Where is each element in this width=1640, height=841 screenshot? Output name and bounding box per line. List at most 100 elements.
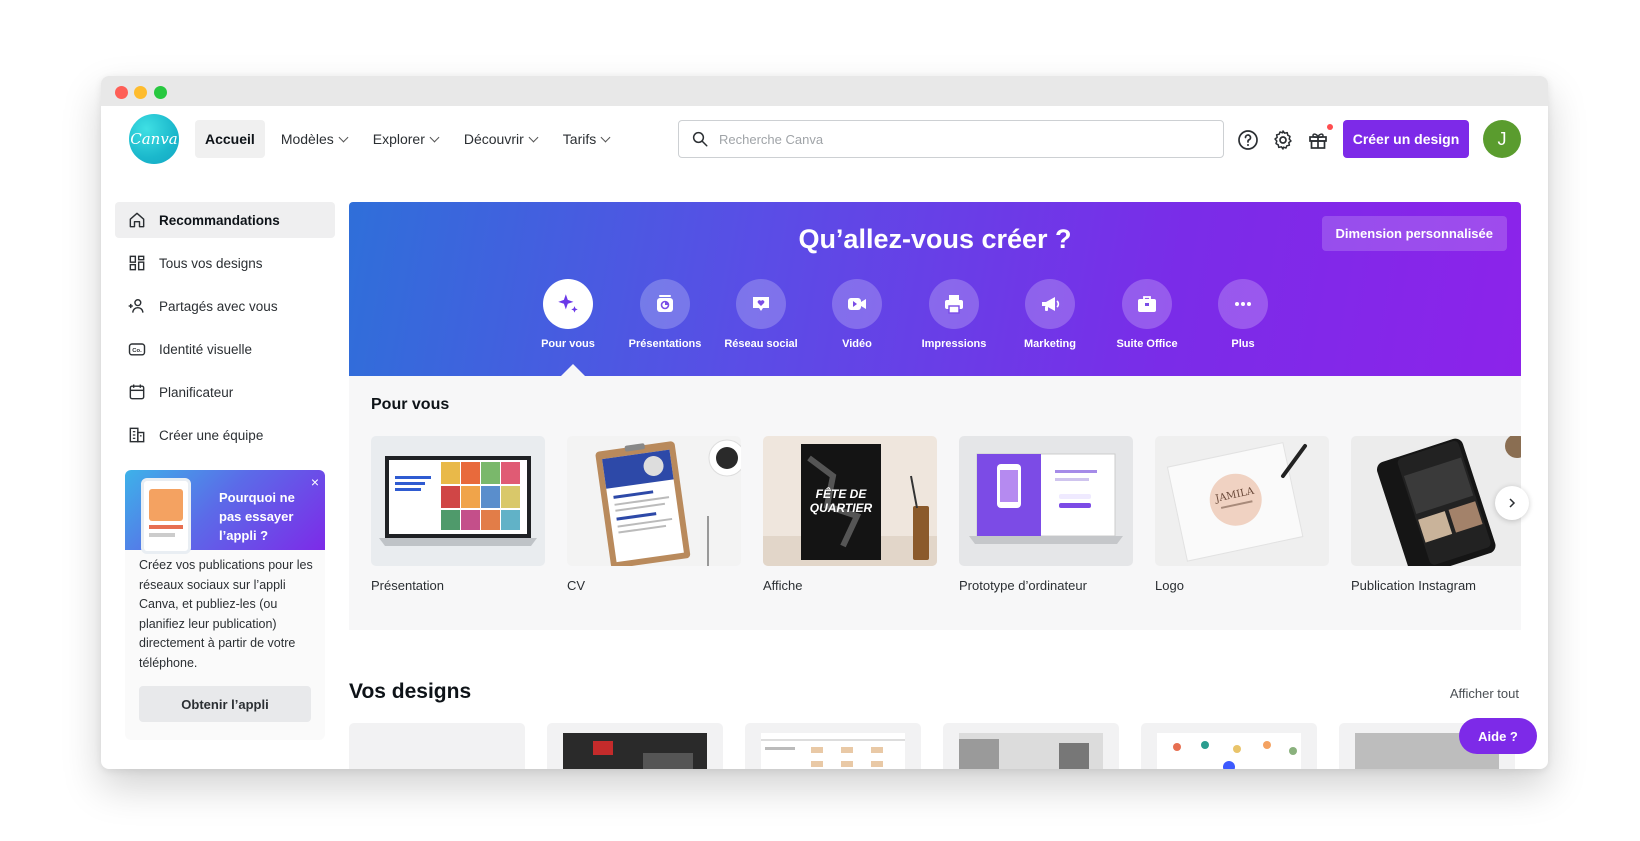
nav-tarifs[interactable]: Tarifs — [553, 120, 619, 158]
template-label: CV — [567, 578, 586, 593]
video-icon — [848, 298, 866, 310]
window-titlebar — [101, 76, 1548, 106]
sidebar: Recommandations Tous vos designs Partagé… — [115, 202, 335, 460]
chevron-down-icon — [528, 132, 539, 142]
grid-icon — [129, 255, 145, 271]
sidebar-item-label: Planificateur — [159, 384, 234, 400]
app-promo-card: Pourquoi ne pas essayer l’appli ? × Crée… — [125, 470, 325, 740]
template-card-instagram[interactable]: Publication Instagram — [1351, 436, 1521, 593]
nav-label: Tarifs — [562, 131, 597, 147]
close-window-icon[interactable] — [115, 86, 128, 99]
calendar-icon — [129, 384, 145, 400]
category-video[interactable]: Vidéo — [807, 279, 907, 350]
design-card[interactable] — [349, 723, 525, 769]
nav-label: Découvrir — [463, 131, 524, 147]
sidebar-item-tous-vos-designs[interactable]: Tous vos designs — [115, 245, 335, 281]
template-label: Affiche — [763, 578, 803, 593]
design-thumbnail — [959, 733, 1103, 769]
chevron-down-icon — [338, 132, 349, 142]
help-icon[interactable] — [1236, 128, 1260, 152]
template-label: Publication Instagram — [1351, 578, 1477, 593]
sidebar-item-label: Identité visuelle — [159, 341, 253, 357]
maximize-window-icon[interactable] — [154, 86, 167, 99]
category-plus[interactable]: Plus — [1193, 279, 1293, 350]
chevron-down-icon — [429, 132, 440, 142]
template-label: Présentation — [371, 578, 444, 593]
sidebar-item-recommandations[interactable]: Recommandations — [115, 202, 335, 238]
category-label: Présentations — [628, 338, 702, 350]
nav-accueil[interactable]: Accueil — [195, 120, 265, 158]
category-impressions[interactable]: Impressions — [904, 279, 1004, 350]
sparkle-icon — [558, 294, 578, 313]
gear-icon[interactable] — [1271, 128, 1295, 152]
sidebar-item-creer-equipe[interactable]: Créer une équipe — [115, 417, 335, 453]
chevron-right-icon — [1509, 498, 1516, 508]
design-card[interactable] — [547, 723, 723, 769]
close-icon[interactable]: × — [311, 474, 319, 490]
template-carousel: Présentation CV FÊTE DE QUARTIER Affiche… — [371, 436, 1521, 616]
briefcase-icon — [1138, 296, 1156, 312]
active-category-caret — [561, 364, 585, 376]
category-label: Plus — [1231, 338, 1255, 350]
template-thumbnail: FÊTE DE QUARTIER — [763, 436, 937, 566]
avatar[interactable]: J — [1483, 120, 1521, 158]
template-card-affiche[interactable]: FÊTE DE QUARTIER Affiche — [763, 436, 937, 593]
nav-explorer[interactable]: Explorer — [363, 120, 448, 158]
sidebar-item-identite-visuelle[interactable]: Co. Identité visuelle — [115, 331, 335, 367]
get-app-button[interactable]: Obtenir l’appli — [139, 686, 311, 722]
template-card-prototype[interactable]: Prototype d’ordinateur — [959, 436, 1133, 593]
printer-icon — [945, 295, 963, 314]
nav-label: Accueil — [205, 131, 255, 147]
template-card-logo[interactable]: JAMILA Logo — [1155, 436, 1329, 593]
promo-title: Pourquoi ne pas essayer l’appli ? — [219, 490, 295, 543]
sidebar-item-label: Tous vos designs — [159, 255, 263, 271]
nav-decouvrir[interactable]: Découvrir — [454, 120, 547, 158]
search-input[interactable] — [719, 131, 1199, 147]
browser-window: Canva Accueil Modèles Explorer Découvrir… — [101, 76, 1548, 769]
design-thumbnail — [761, 733, 905, 769]
create-design-button[interactable]: Créer un design — [1343, 120, 1469, 158]
top-header: Canva Accueil Modèles Explorer Découvrir… — [101, 106, 1548, 172]
gift-icon[interactable] — [1306, 128, 1330, 152]
category-reseau-social[interactable]: Réseau social — [711, 279, 811, 350]
poster-text-line2: QUARTIER — [810, 501, 873, 515]
category-suite-office[interactable]: Suite Office — [1097, 279, 1197, 350]
template-label: Logo — [1155, 578, 1184, 593]
custom-size-button[interactable]: Dimension personnalisée — [1321, 216, 1507, 251]
design-card[interactable] — [1141, 723, 1317, 769]
category-presentations[interactable]: Présentations — [615, 279, 715, 350]
show-all-link[interactable]: Afficher tout — [1450, 686, 1519, 701]
sidebar-item-partages[interactable]: Partagés avec vous — [115, 288, 335, 324]
carousel-next-button[interactable] — [1495, 486, 1529, 520]
template-card-cv[interactable]: CV — [567, 436, 741, 593]
create-hero-banner: Qu’allez-vous créer ? Dimension personna… — [349, 202, 1521, 376]
category-pour-vous[interactable]: Pour vous — [518, 279, 618, 350]
template-thumbnail — [959, 436, 1133, 566]
category-label: Vidéo — [842, 338, 872, 350]
presentation-icon — [657, 295, 673, 312]
search-icon — [692, 131, 708, 147]
megaphone-icon — [1042, 297, 1060, 311]
minimize-window-icon[interactable] — [134, 86, 147, 99]
promo-text: Créez vos publications pour les réseaux … — [139, 558, 313, 670]
search-bar[interactable] — [678, 120, 1224, 158]
category-label: Pour vous — [541, 338, 595, 350]
category-marketing[interactable]: Marketing — [1000, 279, 1100, 350]
poster-text-line1: FÊTE DE — [816, 486, 868, 501]
design-card[interactable] — [943, 723, 1119, 769]
nav-modeles[interactable]: Modèles — [271, 120, 357, 158]
sidebar-item-label: Partagés avec vous — [159, 298, 278, 314]
nav-label: Explorer — [372, 131, 425, 147]
logo-text: Canva — [130, 130, 178, 148]
design-card[interactable] — [745, 723, 921, 769]
help-button[interactable]: Aide ? — [1459, 718, 1537, 754]
sidebar-item-planificateur[interactable]: Planificateur — [115, 374, 335, 410]
sidebar-item-label: Créer une équipe — [159, 427, 264, 443]
template-card-presentation[interactable]: Présentation — [371, 436, 545, 593]
notification-dot — [1327, 124, 1333, 130]
home-icon — [129, 212, 145, 228]
heart-chat-icon — [753, 297, 769, 311]
template-label: Prototype d’ordinateur — [959, 578, 1087, 593]
building-icon — [129, 427, 145, 443]
canva-logo[interactable]: Canva — [129, 114, 179, 164]
